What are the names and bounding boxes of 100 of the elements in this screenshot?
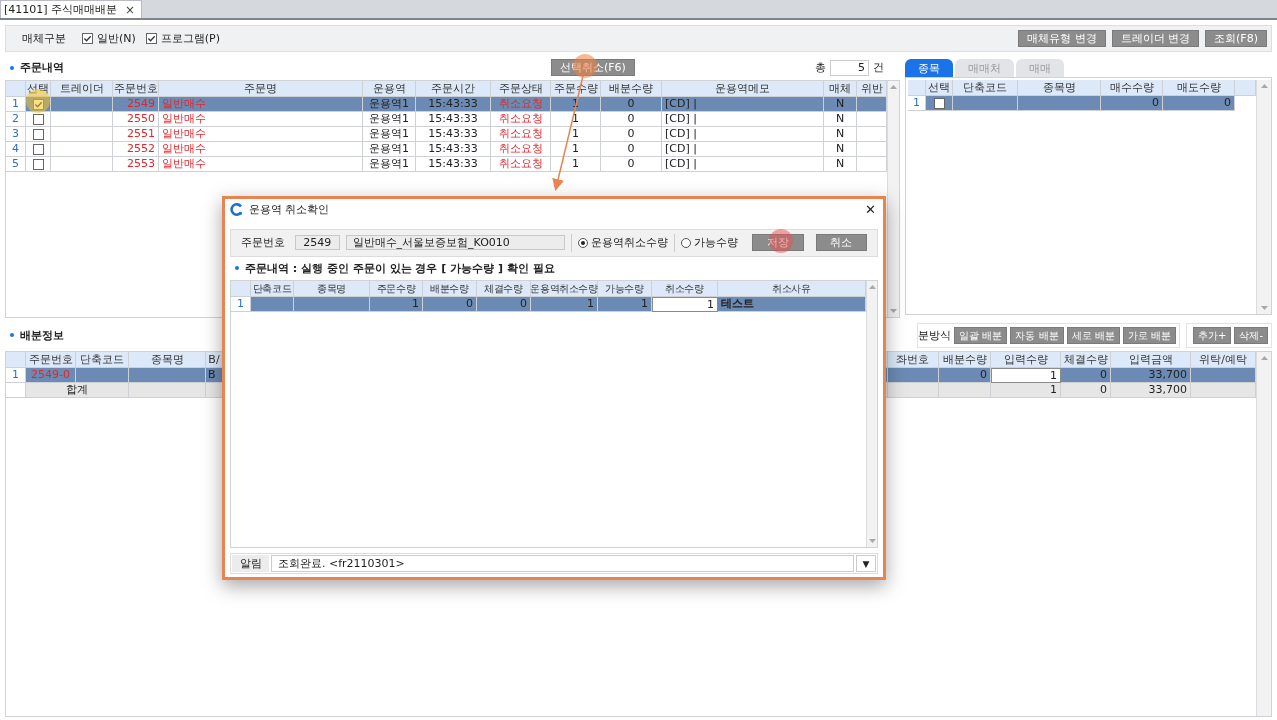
table-cell: 운용역1	[363, 127, 416, 142]
checkbox[interactable]	[145, 33, 157, 44]
row-number: 3	[6, 127, 26, 142]
column-header: 매수수량	[1101, 80, 1163, 96]
scroll-up-icon[interactable]	[1260, 356, 1268, 360]
table-cell: 운용역1	[363, 157, 416, 172]
checkbox-label: 프로그램(P)	[160, 31, 221, 46]
checkbox[interactable]	[32, 98, 44, 110]
close-icon[interactable]: ×	[125, 2, 136, 17]
scroll-down-icon[interactable]	[868, 539, 876, 543]
column-header: 주문수량	[370, 281, 423, 298]
toolbar-button[interactable]: 조회(F8)	[1205, 30, 1267, 47]
tab[interactable]: 매매처	[955, 59, 1014, 77]
save-button[interactable]: 저장	[752, 234, 804, 252]
total-unit: 건	[873, 60, 884, 75]
table-cell: 운용역1	[363, 112, 416, 127]
column-header: 운용역	[363, 81, 416, 97]
edit-button[interactable]: 추가+	[1193, 326, 1232, 344]
table-cell: 1	[551, 127, 601, 142]
scroll-up-icon[interactable]	[868, 285, 876, 290]
table-cell: 15:43:33	[416, 127, 491, 142]
checkbox[interactable]	[32, 143, 44, 155]
toolbar-button[interactable]: 트레이더 변경	[1111, 30, 1200, 47]
column-header: 체결수량	[477, 281, 531, 298]
table-cell: 2549	[113, 97, 159, 112]
scrollbar[interactable]	[1256, 352, 1271, 716]
row-number: 5	[6, 157, 26, 172]
column-header: 매체	[824, 81, 857, 97]
cancel-button[interactable]: 취소	[815, 234, 867, 252]
table-cell: [CD] |	[662, 97, 824, 112]
table-cell: 일반매수	[159, 157, 363, 172]
section-title: 주문내역	[20, 60, 64, 75]
status-label: 알림	[232, 555, 269, 572]
scroll-down-icon[interactable]	[890, 309, 897, 313]
table-cell: 0	[601, 97, 662, 112]
table-cell: 0	[601, 127, 662, 142]
filter-label: 매체구분	[22, 31, 66, 46]
table-cell: 15:43:33	[416, 97, 491, 112]
allocation-button[interactable]: 자동 배분	[1010, 326, 1064, 344]
table-cell: N	[824, 127, 857, 142]
checkbox[interactable]	[82, 33, 93, 44]
row-number: 1	[231, 297, 251, 313]
column-header: 가능수량	[598, 281, 652, 298]
column-header: 위탁/예탁	[1191, 352, 1256, 368]
tab[interactable]: 종목	[905, 59, 953, 77]
table-cell: N	[824, 157, 857, 172]
scroll-down-icon[interactable]	[1260, 306, 1268, 310]
scrollbar[interactable]	[866, 281, 877, 547]
column-header: 취소수량	[652, 281, 718, 298]
table-cell: 0	[1101, 96, 1163, 111]
table-cell: 1	[370, 297, 423, 313]
scrollbar[interactable]	[1256, 80, 1271, 314]
radio-label: 가능수량	[694, 235, 739, 251]
table-cell: 0	[423, 297, 477, 313]
column-header: 입력수량	[991, 352, 1061, 368]
toolbar-button[interactable]: 매체유형 변경	[1018, 30, 1106, 47]
checkbox[interactable]	[32, 158, 44, 170]
table-cell: N	[824, 97, 857, 112]
radio-button[interactable]	[681, 237, 692, 248]
row-number: 1	[6, 97, 26, 112]
column-header: 종목명	[129, 352, 206, 368]
table-cell: 일반매수	[159, 97, 363, 112]
allocation-button[interactable]: 세로 배분	[1066, 326, 1120, 344]
scroll-up-icon[interactable]	[890, 85, 897, 89]
column-header: 운용역취소수량	[531, 281, 598, 298]
row-number: 2	[6, 112, 26, 127]
checkbox[interactable]	[32, 128, 44, 140]
table-cell: 1	[551, 112, 601, 127]
table-cell: 33,700	[1111, 383, 1191, 398]
allocation-button[interactable]: 일괄 배분	[954, 326, 1008, 344]
checkbox[interactable]	[933, 97, 945, 109]
column-header: 주문시간	[416, 81, 491, 97]
tab[interactable]: 매매	[1016, 59, 1064, 77]
checkbox[interactable]	[32, 113, 44, 125]
column-header: 종목명	[1018, 80, 1101, 96]
radio-button[interactable]	[578, 237, 589, 248]
scrollbar[interactable]	[887, 81, 899, 317]
total-count-field: 5	[830, 59, 869, 76]
allocation-button[interactable]: 가로 배분	[1122, 326, 1176, 344]
column-header: 배분수량	[601, 81, 662, 97]
column-header: 입력금액	[1111, 352, 1191, 368]
status-message: 조회완료. <fr2110301>	[271, 555, 854, 572]
table-cell: [CD] |	[662, 142, 824, 157]
table-cell: 취소요청	[491, 127, 551, 142]
column-header: 좌번호	[888, 352, 939, 368]
column-header: 단축코드	[76, 352, 129, 368]
close-icon[interactable]: ✕	[865, 202, 876, 218]
table-cell: 취소요청	[491, 112, 551, 127]
dropdown-button[interactable]: ▼	[856, 555, 876, 572]
table-cell: 일반매수	[159, 112, 363, 127]
scroll-up-icon[interactable]	[1260, 84, 1268, 88]
table-cell: 0	[601, 157, 662, 172]
row-number: 4	[6, 142, 26, 157]
table-cell: 1	[991, 383, 1061, 398]
document-tab[interactable]: [41101] 주식매매배분 ×	[0, 0, 143, 18]
table-cell: 취소요청	[491, 142, 551, 157]
table-cell: 0	[601, 112, 662, 127]
edit-button[interactable]: 삭제-	[1234, 326, 1268, 344]
input-field: 1	[991, 368, 1061, 383]
bullet-icon	[10, 65, 14, 70]
